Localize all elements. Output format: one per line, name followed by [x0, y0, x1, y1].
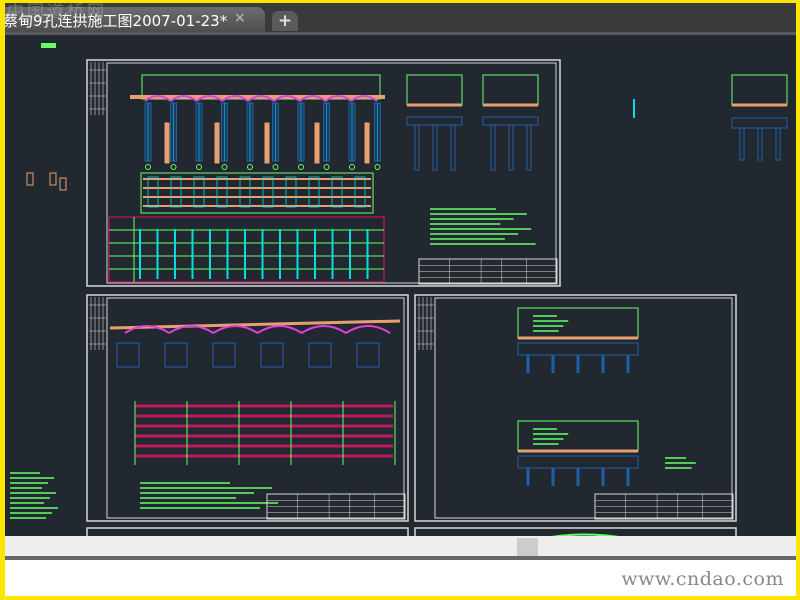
- pile-detail: [49, 172, 57, 186]
- pier-label: [214, 122, 220, 164]
- pier-cap: [356, 342, 380, 368]
- site-watermark: www.cndao.com: [621, 568, 784, 590]
- girder-section: [517, 420, 639, 452]
- drawing-canvas[interactable]: [5, 35, 796, 536]
- cross-pile: [757, 127, 763, 161]
- plan-pile-group: [262, 176, 274, 208]
- cross-pile: [432, 124, 438, 171]
- cross-pile: [526, 124, 532, 171]
- pile-marker: [170, 164, 177, 170]
- pile-marker: [349, 164, 355, 170]
- pile-marker: [196, 164, 202, 170]
- pier-cap: [308, 342, 332, 368]
- plan-pile-group: [331, 176, 343, 208]
- pile-marker: [247, 164, 253, 170]
- pile-detail: [26, 172, 34, 186]
- cross-pile: [739, 127, 745, 161]
- pile-marker: [145, 164, 151, 170]
- profile-table: [108, 216, 385, 283]
- arch: [256, 325, 303, 334]
- sheet-partial: [86, 527, 409, 536]
- cap-beam: [517, 455, 639, 469]
- plan-pile-group: [216, 176, 228, 208]
- plan-pile-group: [193, 176, 205, 208]
- arch: [345, 325, 391, 334]
- cross-pile: [775, 127, 781, 161]
- cross-pile: [414, 124, 420, 171]
- pier-label: [264, 122, 270, 164]
- arch: [212, 325, 259, 334]
- cross-pile: [508, 124, 514, 171]
- cap-beam: [731, 117, 788, 129]
- plan-pile-group: [170, 176, 182, 208]
- pier-label: [364, 122, 370, 164]
- pier-label: [164, 122, 170, 164]
- cad-viewer-window: 蔡甸9孔连拱施工图2007-01-23* × + 中国道桥网 www.cndao…: [5, 3, 796, 596]
- cap-beam: [406, 116, 463, 126]
- plan-pile-group: [285, 176, 297, 208]
- cross-section: [482, 74, 539, 106]
- cross-pile: [490, 124, 496, 171]
- pile-marker: [221, 164, 228, 170]
- scrollbar-thumb[interactable]: [517, 538, 538, 556]
- cross-section: [731, 74, 788, 106]
- cross-section: [406, 74, 463, 106]
- pile-marker: [272, 164, 279, 170]
- arch: [301, 325, 347, 334]
- pile-marker: [298, 164, 304, 170]
- plan-pile-group: [354, 176, 366, 208]
- cap-beam: [517, 342, 639, 356]
- pier-cap: [260, 342, 284, 368]
- sheet-sections-inner: [434, 297, 733, 519]
- pier-cap: [164, 342, 188, 368]
- new-tab-button[interactable]: +: [272, 11, 298, 31]
- pile-detail: [59, 177, 67, 191]
- block-marker: [41, 43, 56, 48]
- sheet-sections: [414, 294, 737, 522]
- pile-marker: [374, 164, 381, 170]
- pier-cap: [212, 342, 236, 368]
- close-icon[interactable]: ×: [234, 10, 246, 26]
- plan-pile-group: [308, 176, 320, 208]
- cross-pile: [450, 124, 456, 171]
- plan-pile-group: [147, 176, 159, 208]
- pier-label: [314, 122, 320, 164]
- cap-beam: [482, 116, 539, 126]
- tab-bar: 蔡甸9孔连拱施工图2007-01-23* × + 中国道桥网: [5, 3, 796, 35]
- horizontal-scrollbar[interactable]: [5, 536, 796, 556]
- cad-drawing: [10, 43, 788, 536]
- pier-cap: [116, 342, 140, 368]
- watermark-logo: 中国道桥网: [7, 3, 107, 22]
- pile-marker: [323, 164, 330, 170]
- girder-section: [517, 307, 639, 339]
- divider: [5, 556, 796, 560]
- plan-pile-group: [239, 176, 251, 208]
